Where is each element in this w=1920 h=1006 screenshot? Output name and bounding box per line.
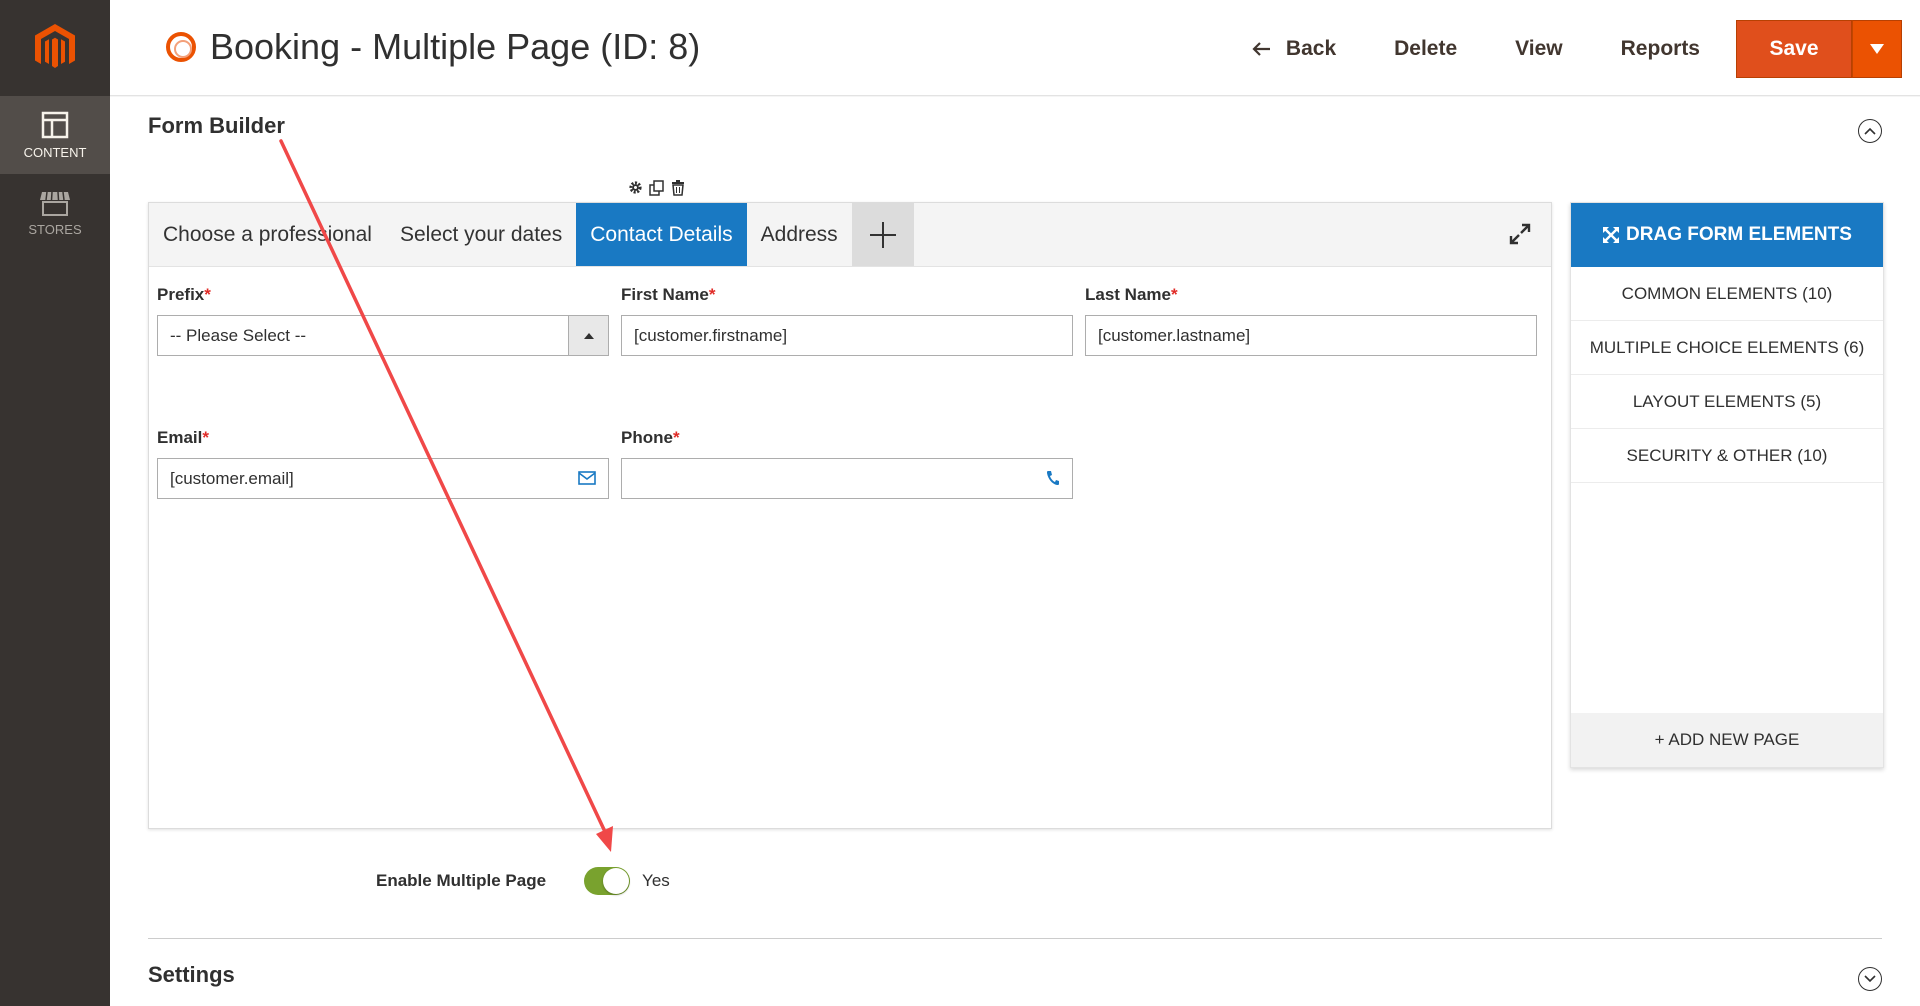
save-button-group: Save: [1736, 20, 1902, 78]
page-title: Booking - Multiple Page (ID: 8): [166, 26, 700, 68]
first-name-value: [customer.firstname]: [634, 325, 788, 345]
form-builder-canvas: Choose a professional Select your dates …: [148, 202, 1552, 829]
drag-form-elements-title: DRAG FORM ELEMENTS: [1626, 224, 1852, 245]
add-new-page-button[interactable]: + ADD NEW PAGE: [1571, 713, 1883, 767]
enable-multiple-page-value: Yes: [642, 871, 670, 890]
settings-title: Settings: [148, 962, 235, 987]
page-header: Booking - Multiple Page (ID: 8) Back Del…: [110, 0, 1920, 96]
email-value: [customer.email]: [170, 468, 294, 488]
form-page-tabs: Choose a professional Select your dates …: [149, 203, 1551, 267]
sidebar-item-label: STORES: [28, 221, 82, 237]
enable-multiple-page-toggle[interactable]: [584, 867, 631, 895]
phone-input[interactable]: [621, 458, 1073, 499]
save-button[interactable]: Save: [1736, 20, 1852, 78]
sidebar-item-stores[interactable]: STORES: [0, 174, 110, 252]
loading-spinner-icon: [166, 32, 196, 62]
email-input[interactable]: [customer.email]: [157, 458, 609, 499]
tab-tools: [628, 180, 685, 196]
drag-form-elements-header: DRAG FORM ELEMENTS: [1571, 203, 1883, 267]
last-name-label: Last Name*: [1085, 285, 1178, 304]
store-icon: [40, 191, 70, 216]
enable-multiple-page-label: Enable Multiple Page: [376, 871, 547, 890]
back-button[interactable]: Back: [1252, 37, 1336, 61]
view-button[interactable]: View: [1515, 37, 1562, 61]
expand-icon: [1509, 223, 1531, 245]
prefix-select-value: -- Please Select --: [170, 325, 307, 345]
phone-icon: [1047, 471, 1059, 485]
content-icon: [41, 111, 69, 138]
last-name-value: [customer.lastname]: [1098, 325, 1251, 345]
admin-sidebar: CONTENT STORES: [0, 0, 110, 1006]
expand-settings-button[interactable]: [1858, 967, 1882, 991]
toggle-knob: [603, 868, 630, 894]
caret-up-icon[interactable]: [568, 316, 608, 355]
magento-logo-icon[interactable]: [0, 0, 110, 96]
collapse-form-builder-button[interactable]: [1858, 119, 1882, 143]
prefix-label: Prefix*: [157, 285, 211, 304]
page-title-text: Booking - Multiple Page (ID: 8): [210, 26, 701, 67]
duplicate-icon[interactable]: [649, 180, 665, 196]
section-divider: [148, 938, 1882, 939]
drag-form-elements-panel: DRAG FORM ELEMENTS COMMON ELEMENTS (10) …: [1570, 202, 1884, 768]
phone-field: Phone*: [621, 428, 1073, 499]
chevron-down-icon: [1864, 975, 1876, 983]
main-content: Form Builder Choose a professional Selec…: [110, 97, 1920, 1006]
add-tab-button[interactable]: [851, 203, 914, 266]
multiple-choice-elements-group[interactable]: MULTIPLE CHOICE ELEMENTS (6): [1571, 321, 1883, 375]
plus-icon: [869, 221, 896, 248]
tab-address[interactable]: Address: [747, 203, 852, 266]
gear-icon[interactable]: [628, 180, 643, 195]
email-label: Email*: [157, 428, 209, 447]
sidebar-item-content[interactable]: CONTENT: [0, 96, 110, 174]
first-name-field: First Name* [customer.firstname]: [621, 285, 1073, 356]
prefix-field: Prefix* -- Please Select --: [157, 285, 609, 356]
fullscreen-toggle[interactable]: [1509, 223, 1531, 250]
security-other-group[interactable]: SECURITY & OTHER (10): [1571, 429, 1883, 483]
tab-contact-details[interactable]: Contact Details: [576, 203, 747, 266]
prefix-select[interactable]: -- Please Select --: [157, 315, 609, 356]
trash-icon[interactable]: [671, 180, 685, 196]
caret-down-icon: [1870, 44, 1884, 54]
chevron-up-icon: [1864, 127, 1876, 135]
last-name-field: Last Name* [customer.lastname]: [1085, 285, 1537, 356]
email-field: Email* [customer.email]: [157, 428, 609, 499]
envelope-icon: [578, 471, 596, 485]
reports-button[interactable]: Reports: [1621, 37, 1700, 61]
tab-select-dates[interactable]: Select your dates: [386, 203, 576, 266]
first-name-label: First Name*: [621, 285, 716, 304]
form-builder-title: Form Builder: [148, 113, 285, 138]
sidebar-item-label: CONTENT: [23, 144, 87, 160]
first-name-input[interactable]: [customer.firstname]: [621, 315, 1073, 356]
last-name-input[interactable]: [customer.lastname]: [1085, 315, 1537, 356]
arrow-left-icon: [1252, 42, 1270, 56]
enable-multiple-page-row: Enable Multiple Page Yes: [376, 867, 670, 895]
common-elements-group[interactable]: COMMON ELEMENTS (10): [1571, 267, 1883, 321]
layout-elements-group[interactable]: LAYOUT ELEMENTS (5): [1571, 375, 1883, 429]
tab-choose-professional[interactable]: Choose a professional: [149, 203, 386, 266]
delete-button[interactable]: Delete: [1394, 37, 1457, 61]
back-label: Back: [1285, 37, 1337, 60]
move-arrows-icon: [1603, 227, 1620, 243]
save-options-toggle[interactable]: [1852, 20, 1902, 78]
page-actions: Back Delete View Reports Save: [1194, 20, 1902, 78]
phone-label: Phone*: [621, 428, 680, 447]
